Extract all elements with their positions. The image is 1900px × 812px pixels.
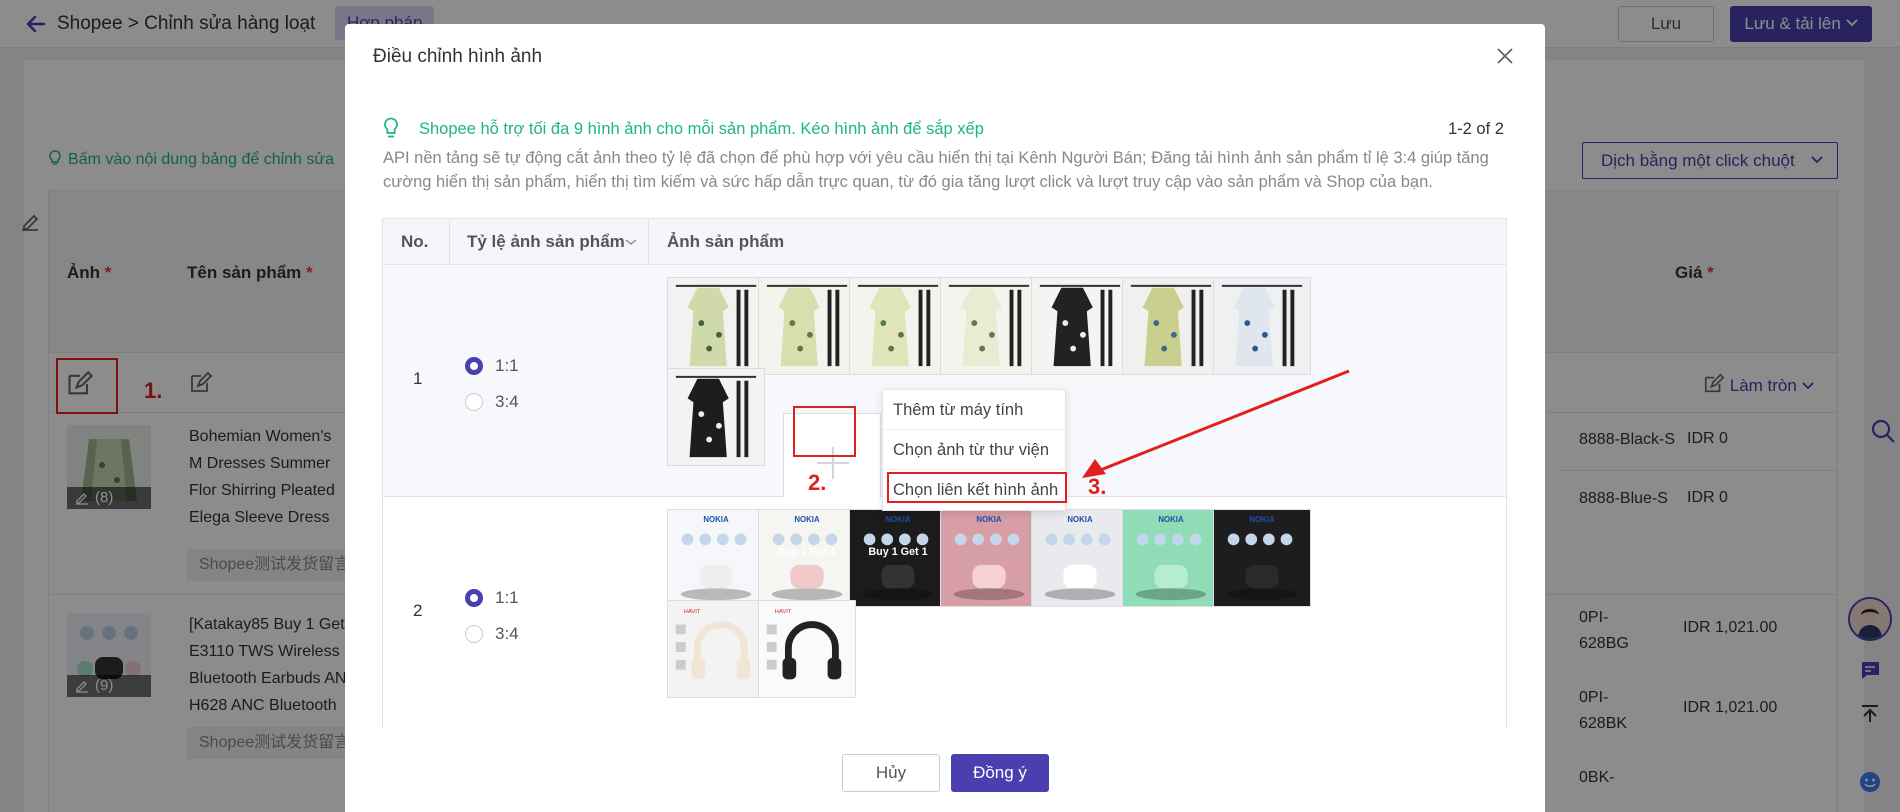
ratio-radio-1-1[interactable] (465, 589, 483, 607)
lightbulb-icon (384, 117, 398, 138)
svg-text:NOKIA: NOKIA (976, 515, 1002, 524)
svg-text:HAVIT: HAVIT (775, 609, 792, 615)
product-image-tile[interactable] (667, 368, 765, 466)
product-image-tile[interactable]: NOKIA (1213, 509, 1311, 607)
product-image-tile[interactable]: NOKIA Buy 1 Get 1 (758, 509, 856, 607)
table-header: No. Tỷ lệ ảnh sản phẩm Ảnh sản phẩm (383, 219, 1506, 265)
confirm-button[interactable]: Đồng ý (951, 754, 1049, 792)
svg-text:NOKIA: NOKIA (794, 515, 820, 524)
ratio-radio-3-4[interactable] (465, 625, 483, 643)
menu-item-from-computer[interactable]: Thêm từ máy tính (883, 390, 1065, 430)
svg-text:Buy 1 Get 1: Buy 1 Get 1 (777, 546, 836, 558)
row-number: 2 (413, 601, 423, 620)
product-image-tile[interactable]: NOKIA Buy 1 Get 1 (849, 509, 947, 607)
svg-text:NOKIA: NOKIA (703, 515, 729, 524)
chevron-down-icon (625, 239, 637, 245)
image-adjust-modal: Điều chỉnh hình ảnh Shopee hỗ trợ tối đa… (345, 24, 1545, 812)
product-image-tile[interactable] (667, 277, 765, 375)
product-image-tile[interactable]: HAVIT (667, 600, 765, 698)
menu-item-from-library[interactable]: Chọn ảnh từ thư viện (883, 430, 1065, 470)
product-image-tile[interactable] (940, 277, 1038, 375)
ratio-label: 1:1 (495, 588, 519, 607)
product-image-tile[interactable] (1213, 277, 1311, 375)
row-number: 1 (413, 369, 423, 388)
svg-text:NOKIA: NOKIA (1249, 515, 1275, 524)
svg-text:Buy 1 Get 1: Buy 1 Get 1 (868, 546, 927, 558)
annotation-box-3 (887, 472, 1067, 503)
close-icon[interactable] (1495, 46, 1515, 66)
annotation-label-3: 3. (1088, 474, 1107, 499)
annotation-box-2 (793, 406, 856, 457)
col-no: No. (401, 232, 429, 251)
product-image-tile[interactable] (1122, 277, 1220, 375)
ratio-label: 3:4 (495, 392, 519, 411)
svg-text:NOKIA: NOKIA (1067, 515, 1093, 524)
svg-text:NOKIA: NOKIA (1158, 515, 1184, 524)
product-image-tile[interactable] (1031, 277, 1129, 375)
crop-info: API nền tảng sẽ tự động cắt ảnh theo tỷ … (383, 149, 1489, 191)
ratio-label: 1:1 (495, 356, 519, 375)
col-ratio[interactable]: Tỷ lệ ảnh sản phẩm (467, 232, 637, 252)
product-image-tile[interactable]: NOKIA (940, 509, 1038, 607)
table-row: 2 1:1 3:4 NOKIA NOKIA Buy 1 Get 1 NOKIA Buy … (383, 497, 1506, 729)
product-image-tile[interactable]: NOKIA (1031, 509, 1129, 607)
svg-text:HAVIT: HAVIT (684, 609, 701, 615)
pager: 1-2 of 2 (1448, 120, 1504, 138)
ratio-radio-3-4[interactable] (465, 393, 483, 411)
image-limit-info: Shopee hỗ trợ tối đa 9 hình ảnh cho mỗi … (419, 120, 984, 138)
svg-text:NOKIA: NOKIA (885, 515, 911, 524)
ratio-radio-1-1[interactable] (465, 357, 483, 375)
product-image-tile[interactable] (849, 277, 947, 375)
product-image-tile[interactable]: NOKIA (1122, 509, 1220, 607)
product-image-tile[interactable]: NOKIA (667, 509, 765, 607)
modal-title: Điều chỉnh hình ảnh (373, 46, 543, 67)
product-image-tile[interactable] (758, 277, 856, 375)
annotation-label-2: 2. (808, 470, 827, 495)
ratio-label: 3:4 (495, 624, 519, 643)
product-image-tile[interactable]: HAVIT (758, 600, 856, 698)
col-images: Ảnh sản phẩm (667, 232, 785, 251)
cancel-button[interactable]: Hủy (842, 754, 940, 792)
